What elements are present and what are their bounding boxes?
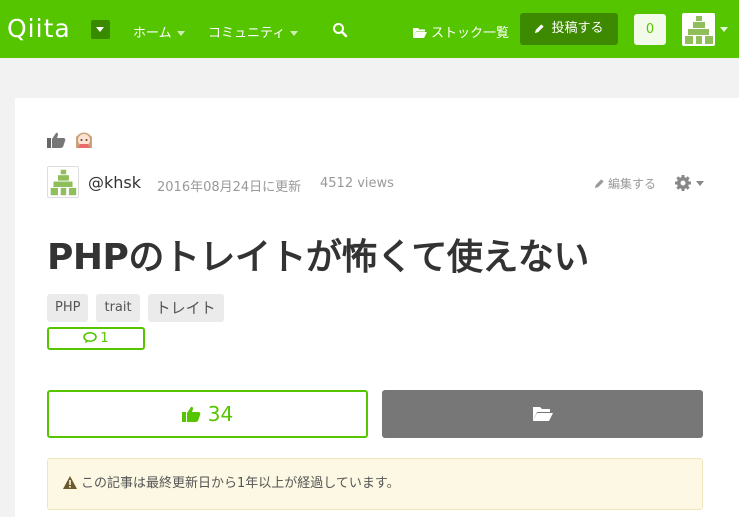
tag-trait-ja[interactable]: トレイト [147,294,224,322]
post-button-label: 投稿する [551,21,604,36]
chevron-down-icon[interactable] [720,27,728,32]
comment-count: 1 [100,331,109,346]
global-header: Qiita ホーム コミュニティ ストック一覧 投稿する 0 [0,0,739,58]
chevron-down-icon [290,31,299,36]
author-name-link[interactable]: @khsk [88,173,141,192]
nav-community-menu[interactable]: コミュニティ [208,22,299,41]
like-count: 34 [207,402,234,426]
tag-trait[interactable]: trait [96,294,140,322]
gear-icon[interactable] [674,174,706,192]
avatar [50,169,77,196]
warning-icon [63,476,77,489]
pencil-icon [535,24,545,34]
stock-button[interactable] [382,390,703,438]
notification-badge[interactable]: 0 [634,14,666,45]
article-title: PHPのトレイトが怖くて使えない [47,237,589,278]
updated-date: 2016年08月24日に更新 [157,180,302,195]
nav-community-label: コミュニティ [208,26,286,41]
tag-php[interactable]: PHP [47,294,89,322]
folder-open-icon [533,407,553,421]
nav-home-label: ホーム [133,26,172,41]
pencil-icon [594,179,604,189]
like-button[interactable]: 34 [47,390,368,438]
comment-icon [83,332,98,344]
edit-label: 編集する [608,177,657,191]
folder-open-icon [413,28,427,38]
thumbs-up-icon [181,406,201,422]
tag-list: PHP trait トレイト [47,294,224,322]
chevron-down-icon [696,181,704,186]
logo-dropdown-button[interactable] [91,20,110,39]
post-button[interactable]: 投稿する [520,13,618,45]
avatar [685,16,713,44]
qiita-logo[interactable]: Qiita [7,14,71,43]
chevron-down-icon [176,31,185,36]
nav-home-menu[interactable]: ホーム [133,22,185,41]
author-avatar[interactable] [47,166,79,198]
thumbs-up-icon [47,132,66,148]
comment-count-button[interactable]: 1 [47,327,145,350]
user-avatar-menu[interactable] [682,13,715,46]
notice-text: この記事は最終更新日から1年以上が経過しています。 [81,476,400,491]
liker-avatar[interactable] [73,128,95,150]
outdated-article-notice: この記事は最終更新日から1年以上が経過しています。 [47,458,703,510]
stock-list-link[interactable]: ストック一覧 [413,22,509,41]
search-icon[interactable] [332,22,348,38]
stock-list-label: ストック一覧 [431,26,510,41]
edit-article-link[interactable]: 編集する [594,175,656,192]
view-count: 4512 views [320,176,394,191]
